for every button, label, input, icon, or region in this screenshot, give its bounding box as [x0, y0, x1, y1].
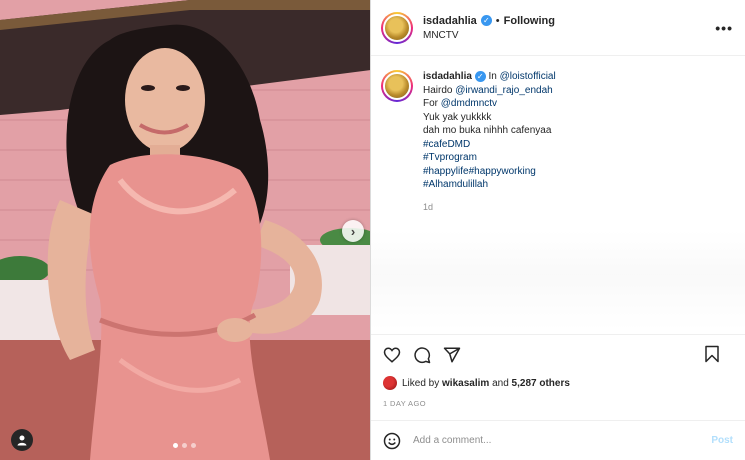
user-tag-icon	[17, 435, 27, 446]
hashtag-link[interactable]: #happylife#happyworking	[423, 165, 556, 179]
emoji-icon[interactable]	[383, 432, 401, 450]
likes-count-link[interactable]: 5,287 others	[512, 378, 570, 389]
caption-avatar[interactable]	[381, 70, 413, 102]
caption-line: Yuk yak yukkkk	[423, 111, 492, 123]
carousel-dot	[173, 443, 178, 448]
hashtag-link[interactable]: #cafeDMD	[423, 138, 556, 152]
share-icon[interactable]	[443, 346, 461, 364]
comments-area-blur	[371, 230, 745, 330]
comment-icon[interactable]	[413, 346, 431, 364]
location-link[interactable]: MNCTV	[423, 30, 555, 41]
liker-username-link[interactable]: wikasalim	[442, 378, 489, 389]
likes-mid: and	[492, 377, 509, 389]
liker-avatar[interactable]	[383, 376, 397, 390]
carousel-dot	[182, 443, 187, 448]
post-photo[interactable]: ›	[0, 0, 371, 460]
mention-link[interactable]: @dmdmnctv	[441, 98, 497, 109]
avatar[interactable]	[381, 11, 413, 44]
caption-username-link[interactable]: isdadahlia	[423, 71, 472, 82]
likes-prefix: Liked by	[402, 377, 440, 389]
caption-line: In	[488, 71, 500, 82]
verified-icon: ✓	[474, 71, 486, 83]
hashtag-link[interactable]: #Alhamdulillah	[423, 178, 556, 192]
post-timestamp[interactable]: 1 DAY AGO	[383, 399, 426, 408]
next-photo-button[interactable]: ›	[342, 220, 364, 242]
comment-bar: Post	[371, 420, 745, 460]
verified-icon: ✓	[480, 15, 492, 26]
carousel-dot	[191, 443, 196, 448]
bookmark-icon[interactable]	[703, 345, 721, 363]
caption: isdadahlia ✓ In @loistofficial Hairdo @i…	[371, 56, 745, 214]
action-bar	[371, 334, 745, 374]
post-side-panel: isdadahlia ✓ • Following MNCTV ••• isdad…	[371, 0, 745, 460]
caption-line: dah mo buka nihhh cafenyaa	[423, 125, 552, 136]
separator-dot: •	[495, 14, 500, 27]
instagram-post-dialog: › isdadahlia ✓ • Following MNCTV ••• isd…	[0, 0, 745, 460]
following-button[interactable]: Following	[504, 15, 555, 27]
mention-link[interactable]: @loistofficial	[500, 71, 556, 82]
user-tags-button[interactable]	[11, 429, 33, 451]
heart-icon[interactable]	[383, 346, 401, 364]
post-comment-button[interactable]: Post	[711, 435, 733, 446]
caption-line: Hairdo	[423, 84, 456, 96]
more-options-button[interactable]: •••	[715, 20, 733, 36]
likes-summary: Liked by wikasalim and 5,287 others	[383, 376, 570, 390]
carousel-indicator	[173, 443, 196, 448]
author-username-link[interactable]: isdadahlia	[423, 15, 477, 27]
mention-link[interactable]: @irwandi_rajo_endah	[455, 85, 552, 96]
caption-timestamp[interactable]: 1d	[423, 201, 556, 215]
photo-scene	[0, 0, 370, 460]
caption-line: For	[423, 98, 441, 109]
comment-input[interactable]	[413, 435, 693, 446]
hashtag-link[interactable]: #Tvprogram	[423, 151, 556, 165]
post-header: isdadahlia ✓ • Following MNCTV •••	[371, 0, 745, 56]
chevron-right-icon: ›	[350, 223, 356, 239]
